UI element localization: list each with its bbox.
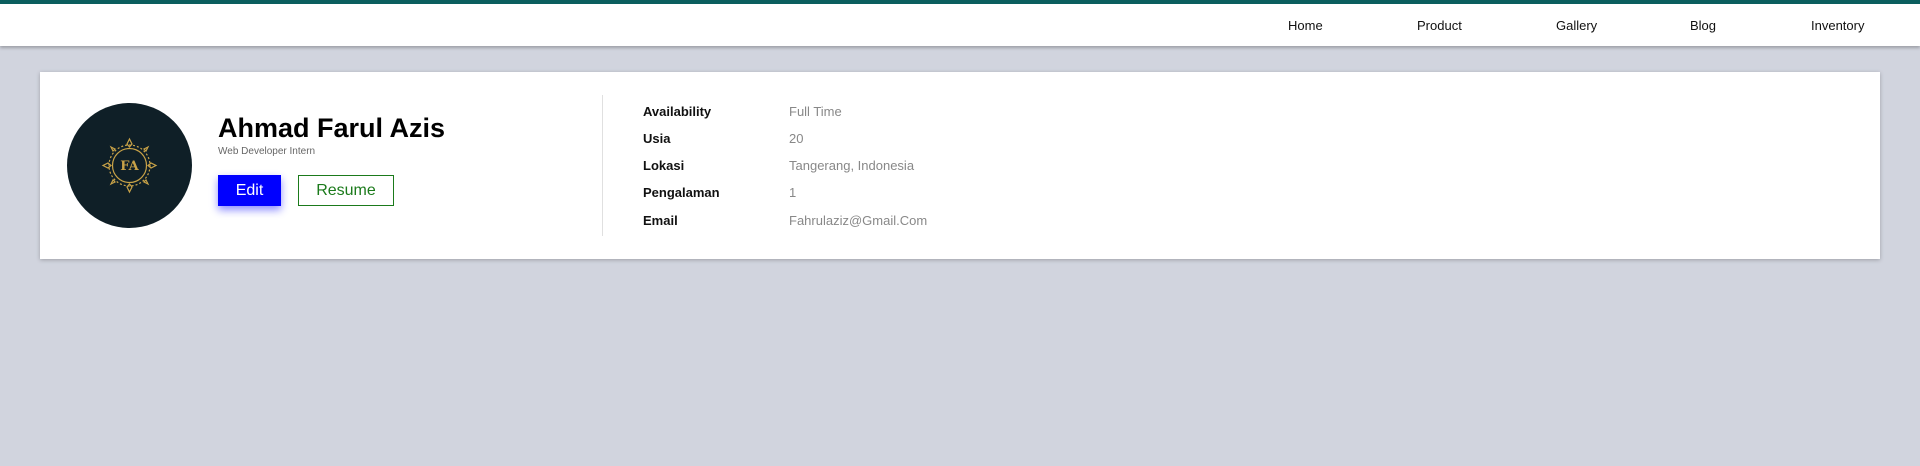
detail-label-pengalaman: Pengalaman — [643, 185, 720, 200]
main-nav: Home Product Gallery Blog Inventory — [0, 4, 1920, 46]
nav-gallery[interactable]: Gallery — [1556, 18, 1597, 33]
detail-value-availability: Full Time — [789, 104, 842, 119]
top-navbar: Home Product Gallery Blog Inventory — [0, 0, 1920, 46]
detail-value-usia: 20 — [789, 131, 804, 146]
nav-home[interactable]: Home — [1288, 18, 1323, 33]
fa-logo-icon: FA — [101, 137, 158, 194]
nav-blog[interactable]: Blog — [1690, 18, 1716, 33]
detail-label-usia: Usia — [643, 131, 671, 146]
edit-button[interactable]: Edit — [218, 175, 281, 206]
avatar-initials: FA — [120, 159, 139, 174]
detail-value-email: Fahrulaziz@Gmail.Com — [789, 213, 928, 228]
profile-card: FA Ahmad Farul Azis Web Developer Intern… — [40, 72, 1880, 259]
profile-name: Ahmad Farul Azis — [218, 113, 446, 143]
resume-button[interactable]: Resume — [298, 175, 394, 206]
profile-role: Web Developer Intern — [218, 146, 316, 157]
detail-value-lokasi: Tangerang, Indonesia — [789, 158, 915, 173]
vertical-divider — [602, 95, 603, 236]
detail-value-pengalaman: 1 — [789, 185, 797, 200]
detail-label-lokasi: Lokasi — [643, 158, 685, 173]
nav-inventory[interactable]: Inventory — [1811, 18, 1864, 33]
avatar: FA — [67, 103, 192, 228]
nav-product[interactable]: Product — [1417, 18, 1462, 33]
detail-label-email: Email — [643, 213, 678, 228]
detail-label-availability: Availability — [643, 104, 712, 119]
